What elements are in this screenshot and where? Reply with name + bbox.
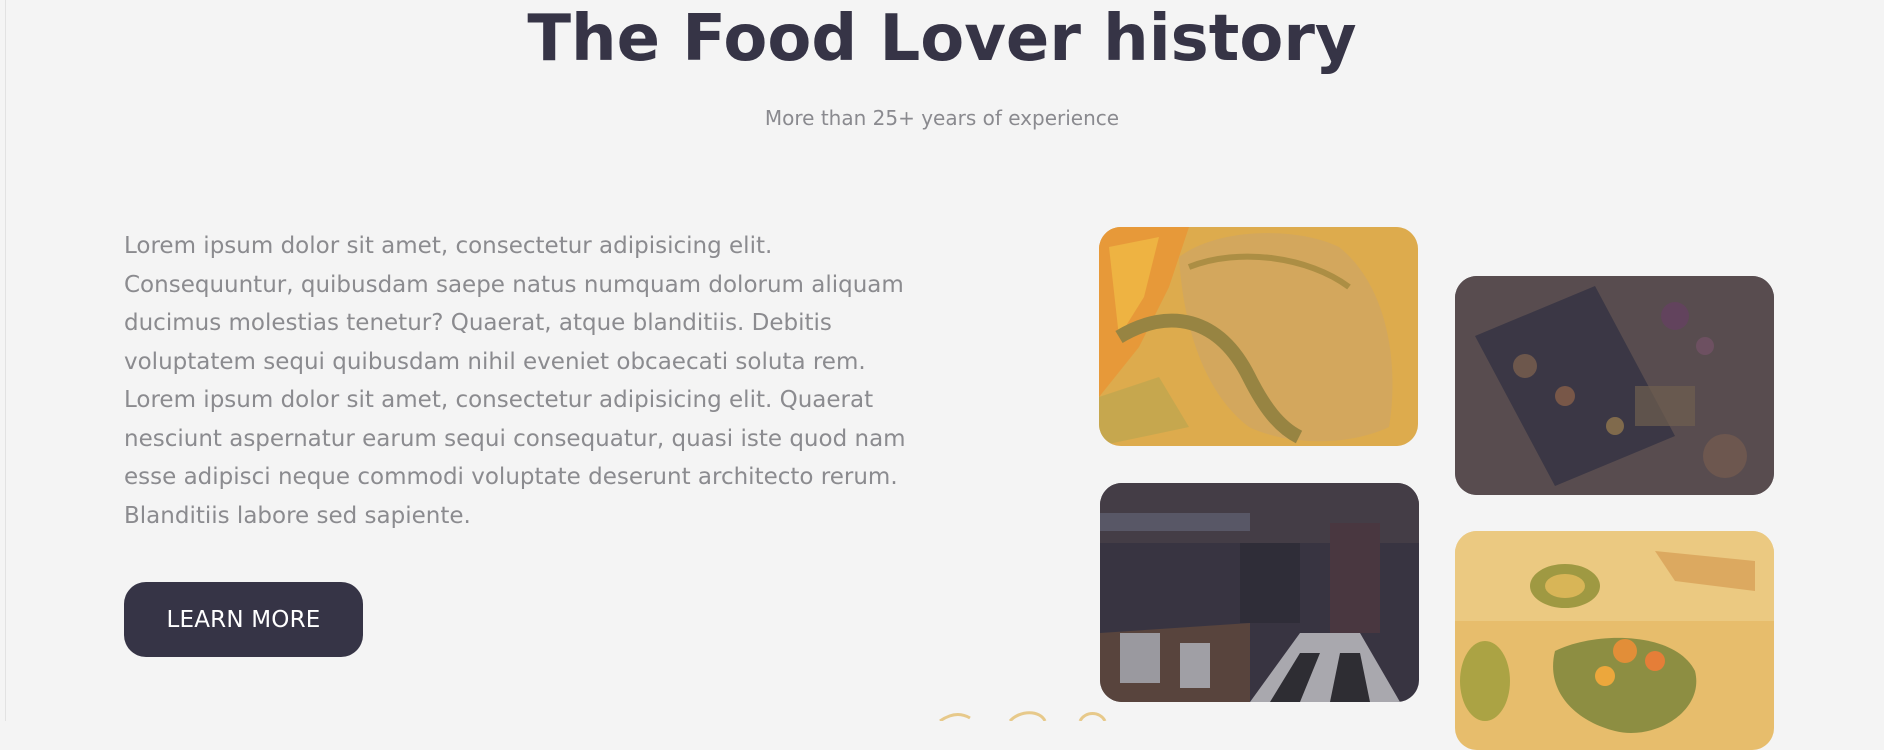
grilled-meat-photo: [1099, 227, 1418, 446]
section-subtitle: More than 25+ years of experience: [764, 106, 1120, 130]
script-decoration: [939, 711, 1107, 721]
about-text: Lorem ipsum dolor sit amet, consectetur …: [124, 227, 944, 535]
section-title: The Food Lover history: [527, 2, 1357, 76]
about-paragraph-1: Lorem ipsum dolor sit amet, consectetur …: [124, 233, 904, 375]
salad-dish-photo: [1455, 531, 1774, 750]
about-paragraph-2: Lorem ipsum dolor sit amet, consectetur …: [124, 387, 906, 529]
food-platter-photo: [1455, 276, 1774, 495]
restaurant-interior-photo: [1100, 483, 1419, 702]
learn-more-button[interactable]: LEARN MORE: [124, 582, 363, 657]
